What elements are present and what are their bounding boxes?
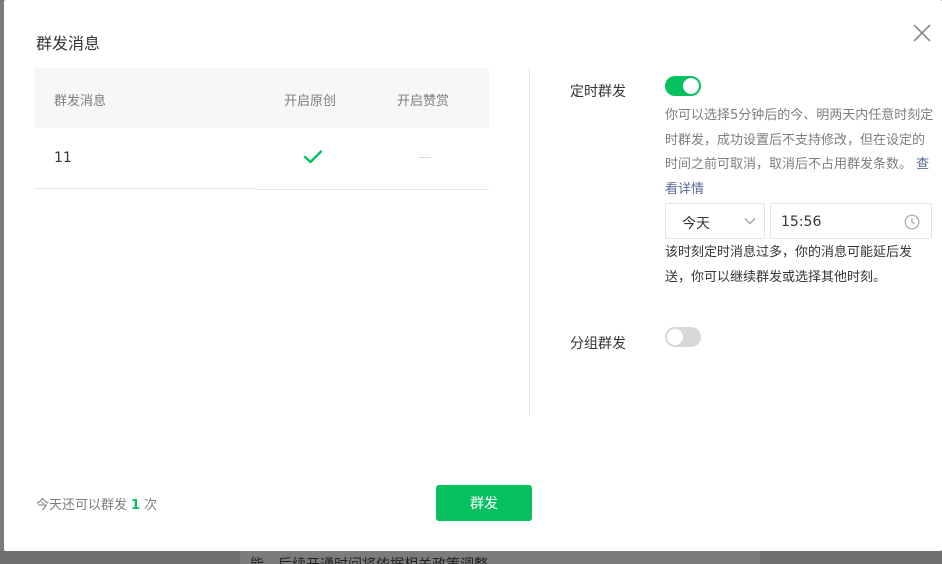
- timed-send-toggle[interactable]: [665, 76, 701, 96]
- message-table: 群发消息 开启原创 开启赞赏 11: [34, 68, 489, 189]
- close-button[interactable]: [909, 20, 935, 46]
- group-send-toggle[interactable]: [665, 327, 701, 347]
- row-divider: [34, 188, 256, 189]
- close-icon: [913, 24, 931, 42]
- time-warning: 该时刻定时消息过多，你的消息可能延后发送，你可以继续群发或选择其他时刻。: [665, 245, 913, 285]
- send-button[interactable]: 群发: [436, 485, 532, 521]
- toggle-knob: [667, 329, 683, 345]
- row-divider: [256, 189, 489, 190]
- timed-send-label: 定时群发: [570, 84, 626, 100]
- header-original: 开启原创: [284, 94, 337, 109]
- quota-count: 1: [131, 498, 141, 513]
- description-text: 你可以选择5分钟后的今、明两天内任意时刻定时群发，成功设置后不支持修改，但在设定…: [665, 108, 934, 172]
- header-message: 群发消息: [54, 94, 107, 109]
- remaining-quota: 今天还可以群发 1 次: [36, 494, 157, 513]
- table-header: 群发消息 开启原创 开启赞赏: [34, 68, 489, 128]
- background-text: 能，后续开通时间将依据相关政策调整: [250, 554, 488, 564]
- quota-suffix: 次: [144, 498, 158, 513]
- time-picker-value: 15:56: [781, 214, 822, 230]
- day-select-value: 今天: [682, 216, 710, 232]
- checkmark-icon: [303, 150, 323, 168]
- dialog-title: 群发消息: [36, 34, 101, 53]
- background-content: 能，后续开通时间将依据相关政策调整: [240, 551, 760, 564]
- chevron-down-icon: [744, 218, 756, 225]
- column-divider: [529, 68, 530, 416]
- clock-icon: [904, 214, 920, 230]
- toggle-knob: [683, 78, 699, 94]
- mass-send-dialog: 群发消息 群发消息 开启原创 开启赞赏 11 定时群发 你可以选择5分钟后的今、…: [4, 0, 942, 551]
- quota-prefix: 今天还可以群发: [36, 498, 128, 513]
- table-row: 11: [34, 128, 489, 189]
- timed-send-description: 你可以选择5分钟后的今、明两天内任意时刻定时群发，成功设置后不支持修改，但在设定…: [665, 104, 937, 202]
- reward-disabled-dash: [419, 157, 431, 158]
- page-backdrop: 能，后续开通时间将依据相关政策调整: [0, 551, 942, 564]
- time-picker[interactable]: 15:56: [770, 203, 932, 239]
- day-select[interactable]: 今天: [665, 203, 765, 239]
- row-message: 11: [54, 150, 72, 166]
- header-reward: 开启赞赏: [397, 94, 450, 109]
- group-send-label: 分组群发: [570, 336, 626, 352]
